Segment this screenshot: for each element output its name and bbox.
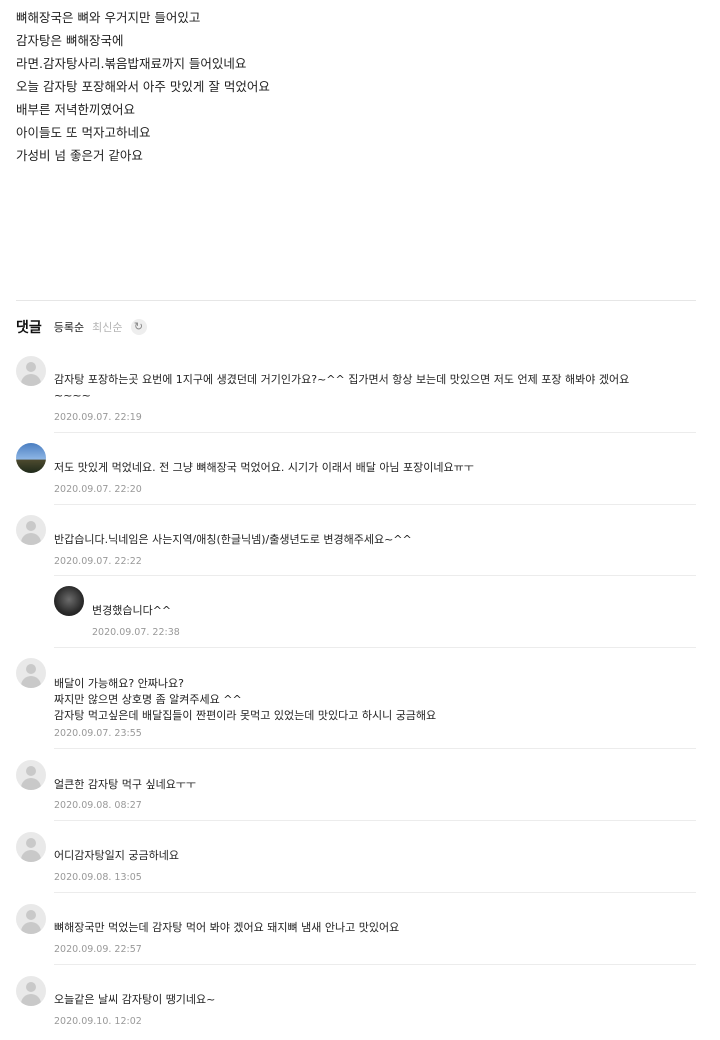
comments-header: 댓글 등록순 최신순 ↻ (16, 316, 147, 338)
comments-title: 댓글 (16, 320, 42, 336)
comment-date: 2020.09.10. 12:02 (54, 1016, 142, 1027)
section-divider (16, 300, 696, 301)
comment-text: 변경했습니다^^ (92, 604, 172, 617)
post-line: 오늘 감자탕 포장해와서 아주 맛있게 잘 먹었어요 (16, 79, 270, 94)
default-avatar[interactable] (16, 832, 46, 862)
comment-divider (54, 892, 696, 893)
comment-text: 저도 맛있게 먹었네요. 전 그냥 뼈해장국 먹었어요. 시기가 이래서 배달 … (54, 461, 474, 474)
comment-date: 2020.09.08. 08:27 (54, 800, 142, 811)
default-avatar[interactable] (16, 515, 46, 545)
comment-text: 오늘같은 날씨 감자탕이 땡기네요~ (54, 993, 216, 1006)
default-avatar[interactable] (16, 356, 46, 386)
dark-photo-avatar[interactable] (54, 586, 84, 616)
comment-text: 반갑습니다.닉네임은 사는지역/애칭(한글닉넴)/출생년도로 변경해주세요~^^ (54, 533, 412, 546)
comment-text: 배달이 가능해요? 안짜나요? 짜지만 않으면 상호명 좀 알켜주세요 ^^ 감… (54, 677, 437, 722)
comment-date: 2020.09.08. 13:05 (54, 872, 142, 883)
comment-divider (54, 647, 696, 648)
comment-divider (54, 432, 696, 433)
default-avatar[interactable] (16, 760, 46, 790)
post-line: 뼈해장국은 뼈와 우거지만 들어있고 (16, 10, 201, 25)
comment-date: 2020.09.07. 22:22 (54, 556, 142, 567)
post-line: 아이들도 또 먹자고하네요 (16, 125, 151, 140)
post-line: 배부른 저녁한끼였어요 (16, 102, 135, 117)
default-avatar[interactable] (16, 658, 46, 688)
comment-date: 2020.09.07. 22:20 (54, 484, 142, 495)
comment-text: 뼈해장국만 먹었는데 감자탕 먹어 봐야 겠어요 돼지뼈 냄새 안나고 맛있어요 (54, 921, 400, 934)
default-avatar[interactable] (16, 976, 46, 1006)
comment-divider (54, 748, 696, 749)
comment-divider (54, 820, 696, 821)
post-body: 뼈해장국은 뼈와 우거지만 들어있고 감자탕은 뼈해장국에 라면.감자탕사리.볶… (16, 6, 270, 167)
default-avatar[interactable] (16, 904, 46, 934)
comment-text: 어디감자탕일지 궁금하네요 (54, 849, 179, 862)
sort-registered-button[interactable]: 등록순 (54, 319, 84, 335)
sort-latest-button[interactable]: 최신순 (92, 319, 122, 335)
comment-text: 감자탕 포장하는곳 요번에 1지구에 생겼던데 거기인가요?~^^ 집가면서 항… (54, 373, 630, 402)
refresh-icon[interactable]: ↻ (130, 319, 147, 335)
comment-date: 2020.09.09. 22:57 (54, 944, 142, 955)
comment-divider (54, 504, 696, 505)
post-line: 가성비 넘 좋은거 같아요 (16, 148, 143, 163)
post-line: 라면.감자탕사리.볶음밥재료까지 들어있네요 (16, 56, 247, 71)
comment-text: 얼큰한 감자탕 먹구 싶네요ㅜㅜ (54, 778, 197, 791)
comment-date: 2020.09.07. 22:19 (54, 412, 142, 423)
comment-date: 2020.09.07. 22:38 (92, 627, 180, 638)
post-line: 감자탕은 뼈해장국에 (16, 33, 124, 48)
comment-date: 2020.09.07. 23:55 (54, 728, 142, 739)
comment-divider (54, 964, 696, 965)
comment-divider (54, 575, 696, 576)
landscape-photo-avatar[interactable] (16, 443, 46, 473)
